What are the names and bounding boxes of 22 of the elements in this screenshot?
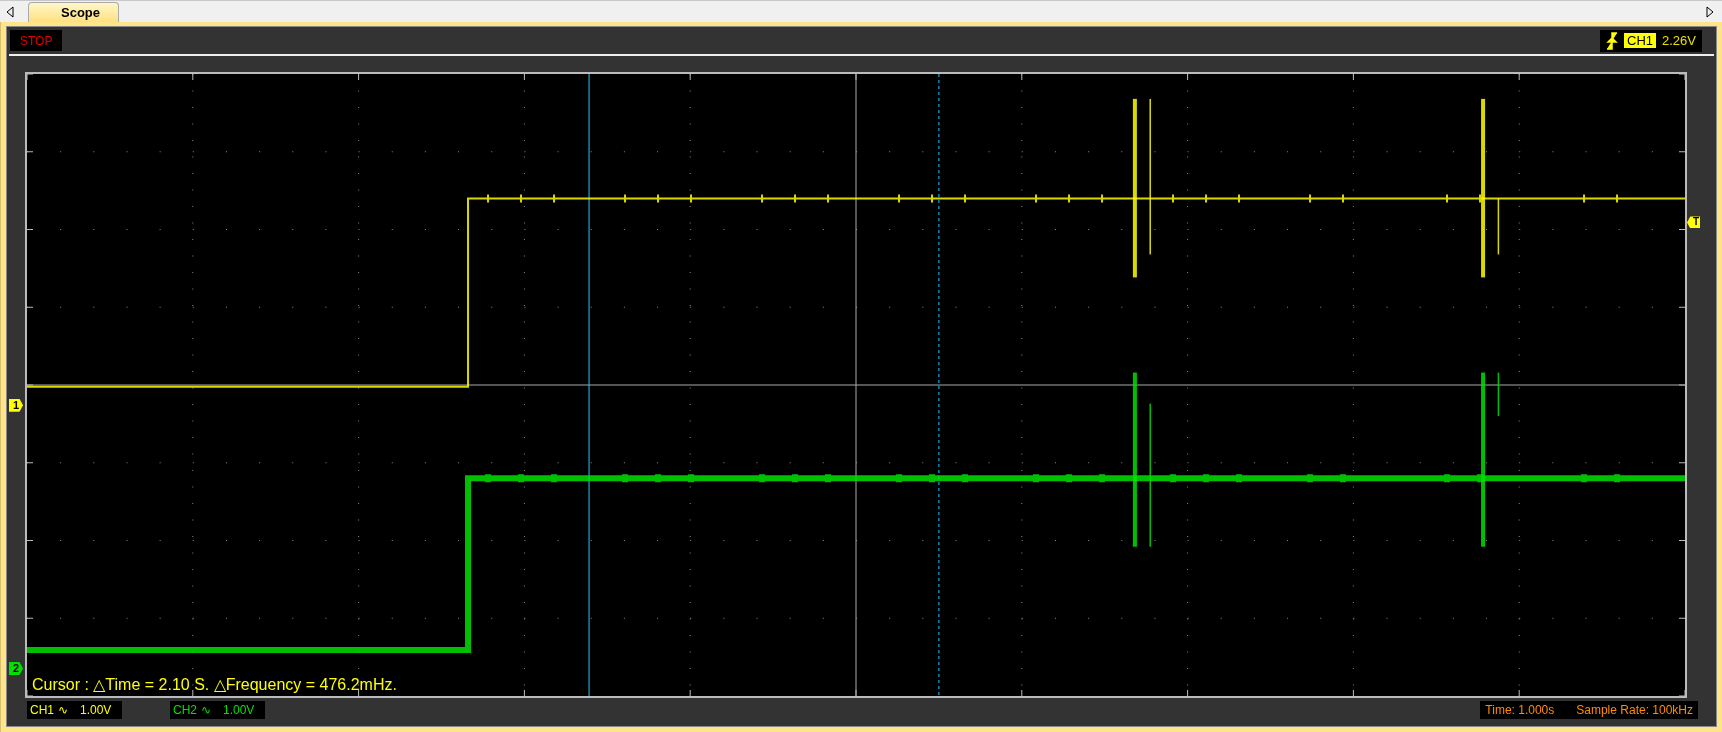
- volts-per-division: 1.00V: [80, 703, 112, 717]
- trigger-channel: CH1: [1624, 33, 1656, 48]
- channel-marker[interactable]: 1: [9, 398, 23, 412]
- cursor-readout: Cursor : △Time = 2.10 S. △Frequency = 476.2mHz.: [32, 675, 397, 694]
- volts-per-division: 1.00V: [223, 703, 255, 717]
- channel-name: CH1: [30, 703, 54, 717]
- channel-marker[interactable]: 2: [9, 661, 23, 675]
- channel-setting[interactable]: CH2 ∿ 1.00V: [170, 701, 265, 719]
- channel-setting[interactable]: CH1 ∿ 1.00V: [27, 701, 122, 719]
- scroll-left-icon[interactable]: [6, 5, 14, 18]
- scope-tab[interactable]: Scope: [28, 2, 119, 22]
- coupling-symbol: ∿: [201, 703, 211, 717]
- sample-rate-value: Sample Rate: 100kHz: [1576, 703, 1693, 717]
- channel-name: CH2: [173, 703, 197, 717]
- coupling-symbol: ∿: [58, 703, 68, 717]
- rising-edge-icon: [1606, 30, 1618, 51]
- trigger-level-marker[interactable]: T: [1687, 216, 1700, 229]
- cursor-line[interactable]: [938, 74, 940, 696]
- scroll-right-icon[interactable]: [1706, 5, 1714, 18]
- trigger-level: 2.26V: [1662, 33, 1696, 48]
- run-stop-button[interactable]: STOP: [10, 30, 63, 51]
- timebase-value: Time: 1.000s: [1485, 703, 1555, 717]
